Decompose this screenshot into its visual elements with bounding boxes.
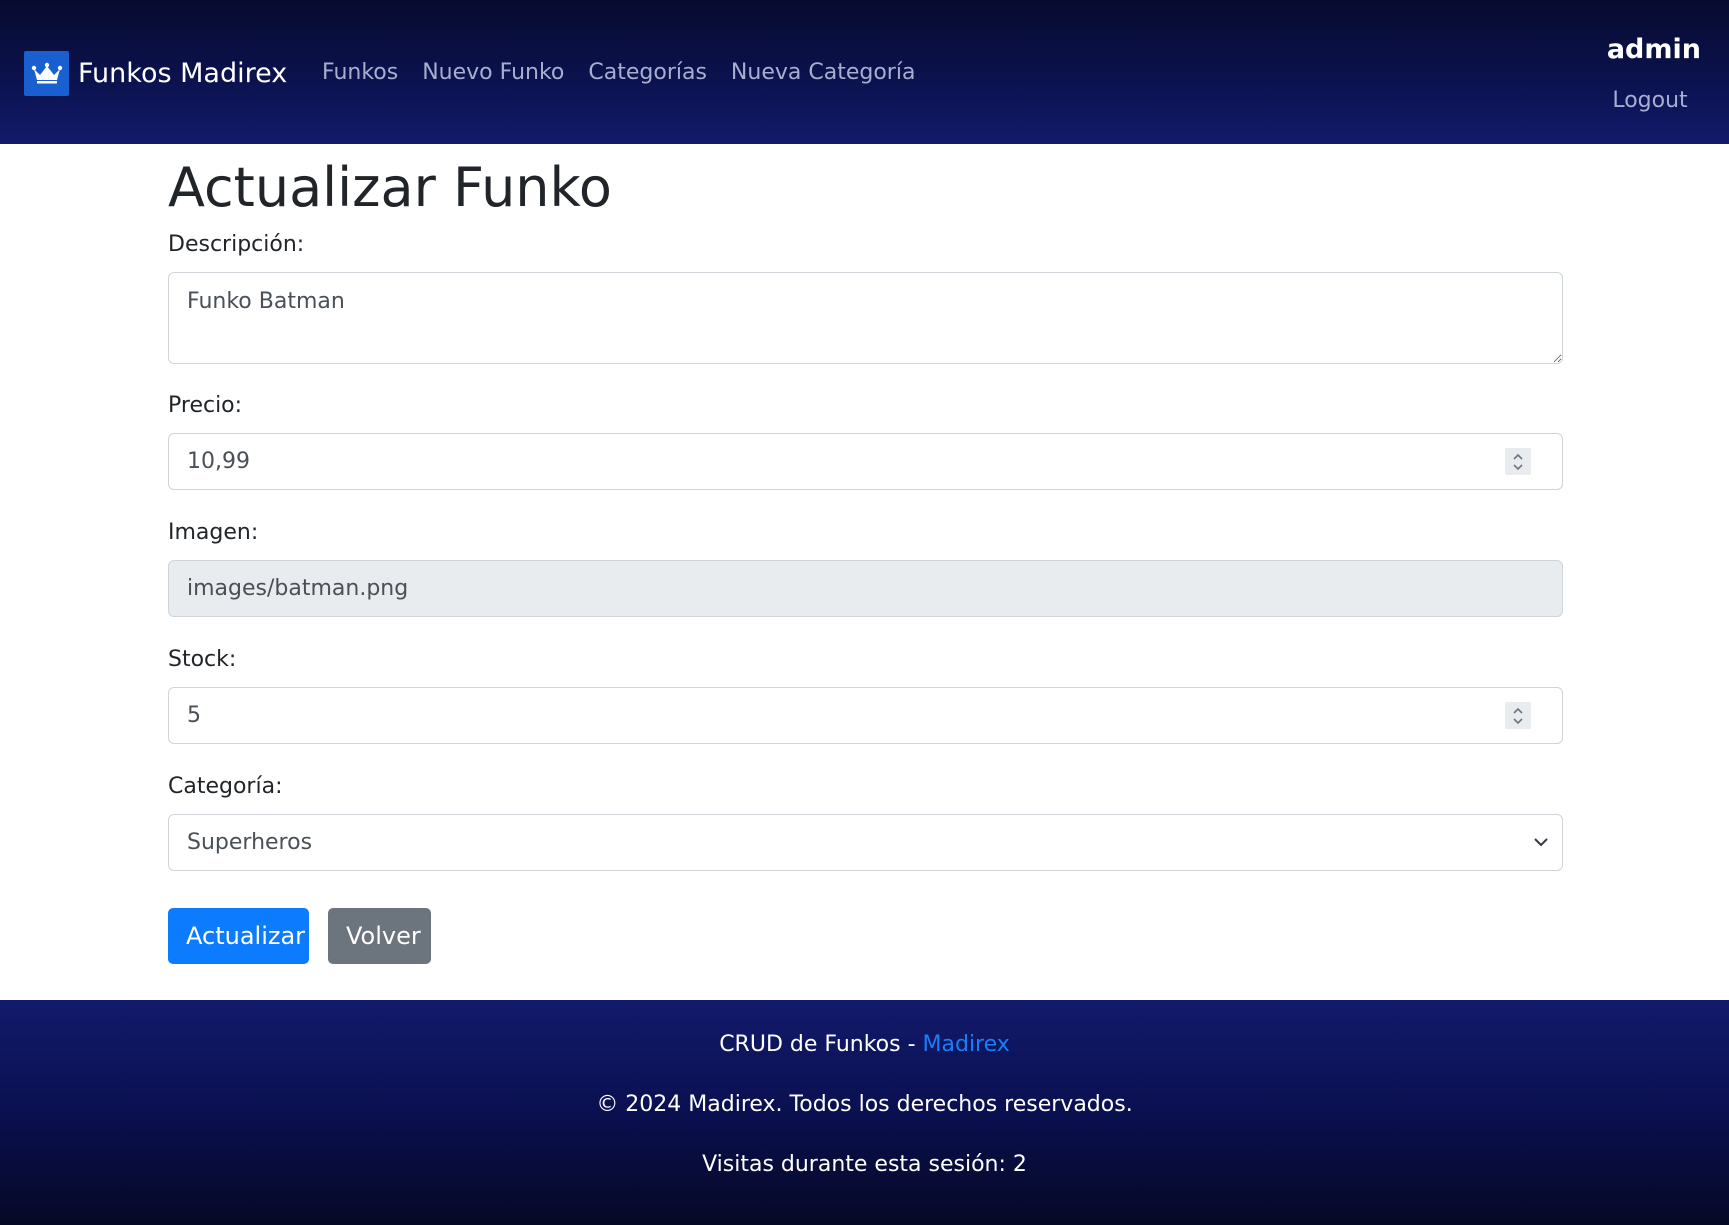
nav-link-funkos[interactable]: Funkos (310, 56, 410, 90)
descripcion-textarea[interactable]: Funko Batman (168, 272, 1563, 364)
footer-copyright: © 2024 Madirex. Todos los derechos reser… (596, 1092, 1133, 1117)
footer: CRUD de Funkos - Madirex © 2024 Madirex.… (0, 1000, 1729, 1225)
logout-link[interactable]: Logout (1591, 88, 1701, 113)
footer-visits: Visitas durante esta sesión: 2 (702, 1152, 1027, 1177)
imagen-input-wrap (168, 560, 1563, 617)
precio-input-wrap (168, 433, 1563, 490)
footer-crud-line: CRUD de Funkos - Madirex (0, 1030, 1729, 1060)
imagen-group: Imagen: (168, 518, 1563, 617)
stock-group: Stock: (168, 645, 1563, 744)
nav-link-nueva-categoria[interactable]: Nueva Categoría (719, 56, 928, 90)
actualizar-button[interactable]: Actualizar (168, 908, 309, 964)
precio-group: Precio: (168, 391, 1563, 490)
stock-input[interactable] (168, 687, 1563, 744)
descripcion-label: Descripción: (168, 232, 305, 257)
update-funko-form: Descripción: Funko Batman Precio: Image (168, 230, 1563, 871)
user-menu: admin Logout (1591, 32, 1701, 113)
volver-button[interactable]: Volver (328, 908, 431, 964)
nav-link-categorias[interactable]: Categorías (576, 56, 719, 90)
precio-stepper-icon[interactable] (1505, 448, 1531, 475)
imagen-input (168, 560, 1563, 617)
footer-crud-text: CRUD de Funkos - (719, 1032, 923, 1057)
imagen-label: Imagen: (168, 520, 259, 545)
nav-link-nuevo-funko[interactable]: Nuevo Funko (410, 56, 576, 90)
categoria-select-wrap: Superheros (168, 814, 1563, 871)
form-buttons: Actualizar Volver (168, 908, 431, 964)
page-title: Actualizar Funko (168, 156, 612, 219)
categoria-select[interactable]: Superheros (168, 814, 1563, 871)
stock-stepper-icon[interactable] (1505, 702, 1531, 729)
navbar: Funkos Madirex Funkos Nuevo Funko Catego… (0, 0, 1729, 144)
stock-label: Stock: (168, 647, 237, 672)
brand-link[interactable]: Funkos Madirex (24, 50, 287, 96)
nav-links: Funkos Nuevo Funko Categorías Nueva Cate… (310, 56, 927, 90)
precio-label: Precio: (168, 393, 243, 418)
main-content: Actualizar Funko Descripción: Funko Batm… (168, 144, 1563, 964)
precio-input[interactable] (168, 433, 1563, 490)
page: Funkos Madirex Funkos Nuevo Funko Catego… (0, 0, 1729, 1225)
categoria-group: Categoría: Superheros (168, 772, 1563, 871)
crown-icon (24, 50, 69, 96)
descripcion-group: Descripción: Funko Batman (168, 230, 1563, 364)
brand-name: Funkos Madirex (78, 57, 288, 89)
footer-madirex-link[interactable]: Madirex (923, 1032, 1010, 1057)
categoria-label: Categoría: (168, 774, 283, 799)
stock-input-wrap (168, 687, 1563, 744)
username: admin (1606, 34, 1701, 65)
